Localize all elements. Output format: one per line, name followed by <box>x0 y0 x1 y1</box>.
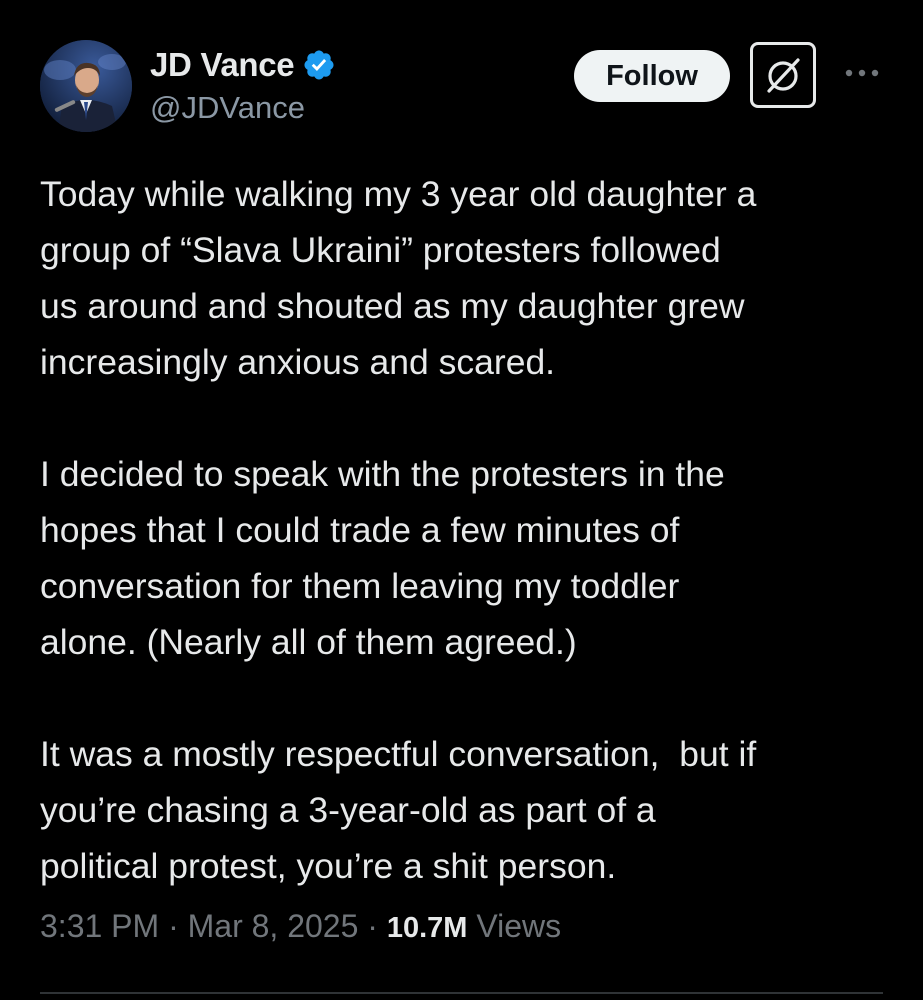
tweet-paragraph: It was a mostly respectful conversation,… <box>40 726 890 894</box>
tweet-header: JD Vance @JDVance Follow <box>40 40 883 132</box>
meta-separator: · <box>159 908 188 944</box>
avatar-image <box>40 40 132 132</box>
display-name[interactable]: JD Vance <box>150 46 295 84</box>
views-count: 10.7M <box>386 912 468 944</box>
tweet-line: Today while walking my 3 year old daught… <box>40 174 757 214</box>
divider <box>40 992 883 994</box>
tweet-line: hopes that I could trade a few minutes o… <box>40 510 680 550</box>
tweet-line: you’re chasing a 3-year-old as part of a <box>40 790 656 830</box>
verified-badge-icon <box>302 48 336 82</box>
more-options-icon[interactable] <box>842 58 882 88</box>
tweet-line: conversation for them leaving my toddler <box>40 566 680 606</box>
name-row: JD Vance <box>150 44 336 86</box>
tweet-time[interactable]: 3:31 PM <box>40 908 159 944</box>
tweet-date[interactable]: Mar 8, 2025 <box>188 908 359 944</box>
tweet-line: I decided to speak with the protesters i… <box>40 454 725 494</box>
author-names: JD Vance @JDVance <box>150 44 336 126</box>
tweet-line: group of “Slava Ukraini” protesters foll… <box>40 230 721 270</box>
meta-separator: · <box>358 908 387 944</box>
tweet-line: It was a mostly respectful conversation,… <box>40 734 757 774</box>
tweet-line: us around and shouted as my daughter gre… <box>40 286 745 326</box>
follow-button[interactable]: Follow <box>574 50 730 102</box>
tweet-text: Today while walking my 3 year old daught… <box>40 166 890 894</box>
tweet: JD Vance @JDVance Follow Today while wal… <box>0 0 923 1000</box>
views-label: Views <box>467 908 562 944</box>
tweet-line: political protest, you’re a shit person. <box>40 846 617 886</box>
grok-icon[interactable] <box>750 42 816 108</box>
tweet-line: increasingly anxious and scared. <box>40 342 556 382</box>
tweet-line: alone. (Nearly all of them agreed.) <box>40 622 577 662</box>
tweet-meta: 3:31 PM · Mar 8, 2025 · 10.7M Views <box>40 908 561 945</box>
tweet-paragraph: I decided to speak with the protesters i… <box>40 446 890 670</box>
author-handle[interactable]: @JDVance <box>150 90 336 126</box>
avatar[interactable] <box>40 40 132 132</box>
tweet-paragraph: Today while walking my 3 year old daught… <box>40 166 890 390</box>
